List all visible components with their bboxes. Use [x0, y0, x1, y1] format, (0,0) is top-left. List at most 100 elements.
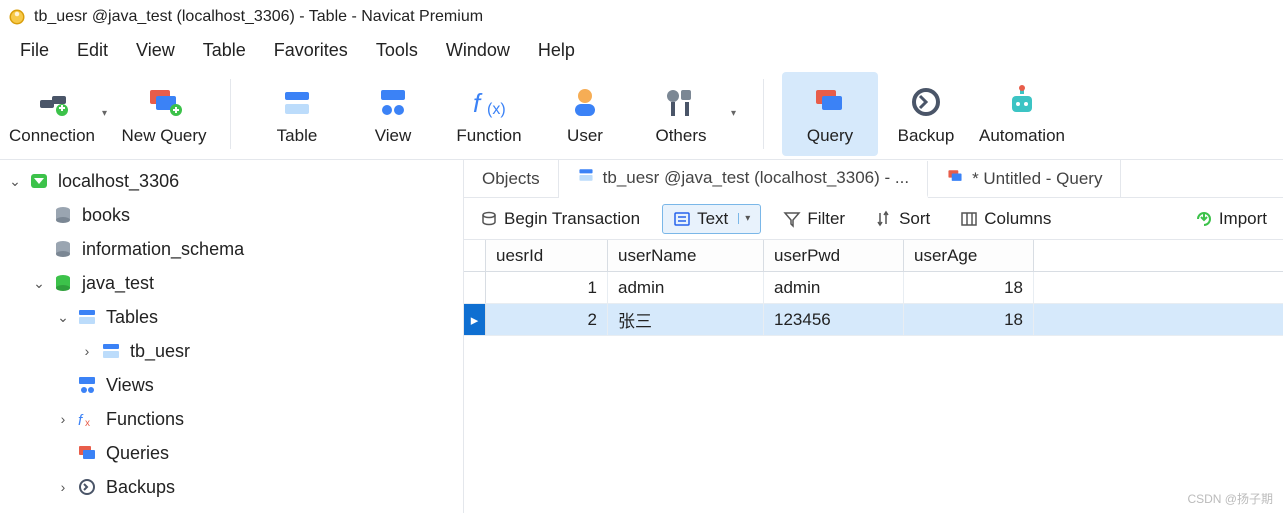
window-title: tb_uesr @java_test (localhost_3306) - Ta…: [34, 8, 483, 26]
view-icon: [373, 82, 413, 122]
menu-tools[interactable]: Tools: [362, 36, 432, 65]
tab-table[interactable]: tb_uesr @java_test (localhost_3306) - ..…: [559, 161, 928, 198]
col-userName[interactable]: userName: [608, 240, 764, 271]
view-button[interactable]: View: [345, 72, 441, 156]
tab-query[interactable]: * Untitled - Query: [928, 160, 1121, 197]
main-panel: Objects tb_uesr @java_test (localhost_33…: [464, 160, 1283, 513]
row-indicator-current: ▸: [464, 304, 486, 335]
watermark: CSDN @扬子期: [1187, 490, 1273, 507]
automation-button[interactable]: Automation: [974, 72, 1070, 156]
data-grid: uesrId userName userPwd userAge 1 admin …: [464, 240, 1283, 336]
chevron-right-icon[interactable]: ›: [54, 410, 72, 428]
connection-dropdown[interactable]: ▾: [102, 108, 116, 119]
plug-icon: [32, 82, 72, 122]
new-query-button[interactable]: New Query: [116, 72, 212, 156]
menu-view[interactable]: View: [122, 36, 189, 65]
connection-button[interactable]: Connection: [4, 72, 100, 156]
text-icon: [673, 210, 691, 228]
chevron-right-icon[interactable]: ›: [54, 478, 72, 496]
table-button[interactable]: Table: [249, 72, 345, 156]
begin-transaction-button[interactable]: Begin Transaction: [472, 205, 648, 233]
tools-icon: [661, 82, 701, 122]
grid-header: uesrId userName userPwd userAge: [464, 240, 1283, 272]
cell-userPwd[interactable]: admin: [764, 272, 904, 303]
others-button[interactable]: Others: [633, 72, 729, 156]
cell-userName[interactable]: 张三: [608, 304, 764, 335]
tree-views[interactable]: Views: [0, 368, 463, 402]
table-row[interactable]: 1 admin admin 18: [464, 272, 1283, 304]
query-button[interactable]: Query: [782, 72, 878, 156]
connection-tree: ⌄ localhost_3306 books information_schem…: [0, 160, 464, 513]
tree-db-infoschema[interactable]: information_schema: [0, 232, 463, 266]
cell-userPwd[interactable]: 123456: [764, 304, 904, 335]
views-icon: [76, 374, 98, 396]
chevron-right-icon[interactable]: ›: [78, 342, 96, 360]
robot-icon: [1002, 82, 1042, 122]
chevron-down-icon[interactable]: ⌄: [54, 308, 72, 326]
import-icon: [1195, 210, 1213, 228]
text-mode-button[interactable]: Text ▾: [662, 204, 761, 234]
function-icon: f(x): [469, 82, 509, 122]
chevron-down-icon[interactable]: ⌄: [30, 274, 48, 292]
menu-help[interactable]: Help: [524, 36, 589, 65]
import-button[interactable]: Import: [1187, 205, 1275, 233]
others-dropdown[interactable]: ▾: [731, 108, 745, 119]
tree-functions[interactable]: › fx Functions: [0, 402, 463, 436]
filter-button[interactable]: Filter: [775, 205, 853, 233]
toolbar-separator: [230, 79, 231, 149]
menubar: File Edit View Table Favorites Tools Win…: [0, 34, 1283, 68]
tab-objects[interactable]: Objects: [464, 160, 559, 197]
user-icon: [565, 82, 605, 122]
table-item-icon: [100, 340, 122, 362]
col-userAge[interactable]: userAge: [904, 240, 1034, 271]
menu-table[interactable]: Table: [189, 36, 260, 65]
queries-icon: [76, 442, 98, 464]
table-row[interactable]: ▸ 2 张三 123456 18: [464, 304, 1283, 336]
cell-uesrId[interactable]: 1: [486, 272, 608, 303]
backup-button[interactable]: Backup: [878, 72, 974, 156]
cell-userAge[interactable]: 18: [904, 272, 1034, 303]
svg-text:f: f: [473, 88, 483, 118]
svg-text:f: f: [78, 412, 84, 429]
tree-backups[interactable]: › Backups: [0, 470, 463, 504]
database-active-icon: [52, 272, 74, 294]
menu-file[interactable]: File: [6, 36, 63, 65]
sort-button[interactable]: Sort: [867, 205, 938, 233]
row-indicator: [464, 272, 486, 303]
backup-icon: [76, 476, 98, 498]
columns-button[interactable]: Columns: [952, 205, 1059, 233]
query-icon: [810, 82, 850, 122]
svg-text:(x): (x): [487, 101, 506, 118]
tree-connection[interactable]: ⌄ localhost_3306: [0, 164, 463, 198]
filter-icon: [783, 210, 801, 228]
backup-icon: [906, 82, 946, 122]
table-icon: [277, 82, 317, 122]
menu-window[interactable]: Window: [432, 36, 524, 65]
table-toolbar: Begin Transaction Text ▾ Filter Sort Col…: [464, 198, 1283, 240]
menu-edit[interactable]: Edit: [63, 36, 122, 65]
tree-queries[interactable]: Queries: [0, 436, 463, 470]
chevron-down-icon[interactable]: ⌄: [6, 172, 24, 190]
tree-db-books[interactable]: books: [0, 198, 463, 232]
row-header-corner: [464, 240, 486, 271]
tree-table-tbuesr[interactable]: › tb_uesr: [0, 334, 463, 368]
col-uesrId[interactable]: uesrId: [486, 240, 608, 271]
text-dropdown[interactable]: ▾: [738, 213, 750, 224]
function-button[interactable]: f(x) Function: [441, 72, 537, 156]
transaction-icon: [480, 210, 498, 228]
table-icon: [577, 166, 595, 189]
tree-db-javatest[interactable]: ⌄ java_test: [0, 266, 463, 300]
fx-icon: fx: [76, 408, 98, 430]
connection-icon: [28, 170, 50, 192]
menu-favorites[interactable]: Favorites: [260, 36, 362, 65]
cell-userName[interactable]: admin: [608, 272, 764, 303]
tables-icon: [76, 306, 98, 328]
toolbar: Connection ▾ New Query Table View f(x) F…: [0, 68, 1283, 160]
col-userPwd[interactable]: userPwd: [764, 240, 904, 271]
titlebar: tb_uesr @java_test (localhost_3306) - Ta…: [0, 0, 1283, 34]
cell-uesrId[interactable]: 2: [486, 304, 608, 335]
user-button[interactable]: User: [537, 72, 633, 156]
cell-userAge[interactable]: 18: [904, 304, 1034, 335]
tree-tables[interactable]: ⌄ Tables: [0, 300, 463, 334]
columns-icon: [960, 210, 978, 228]
